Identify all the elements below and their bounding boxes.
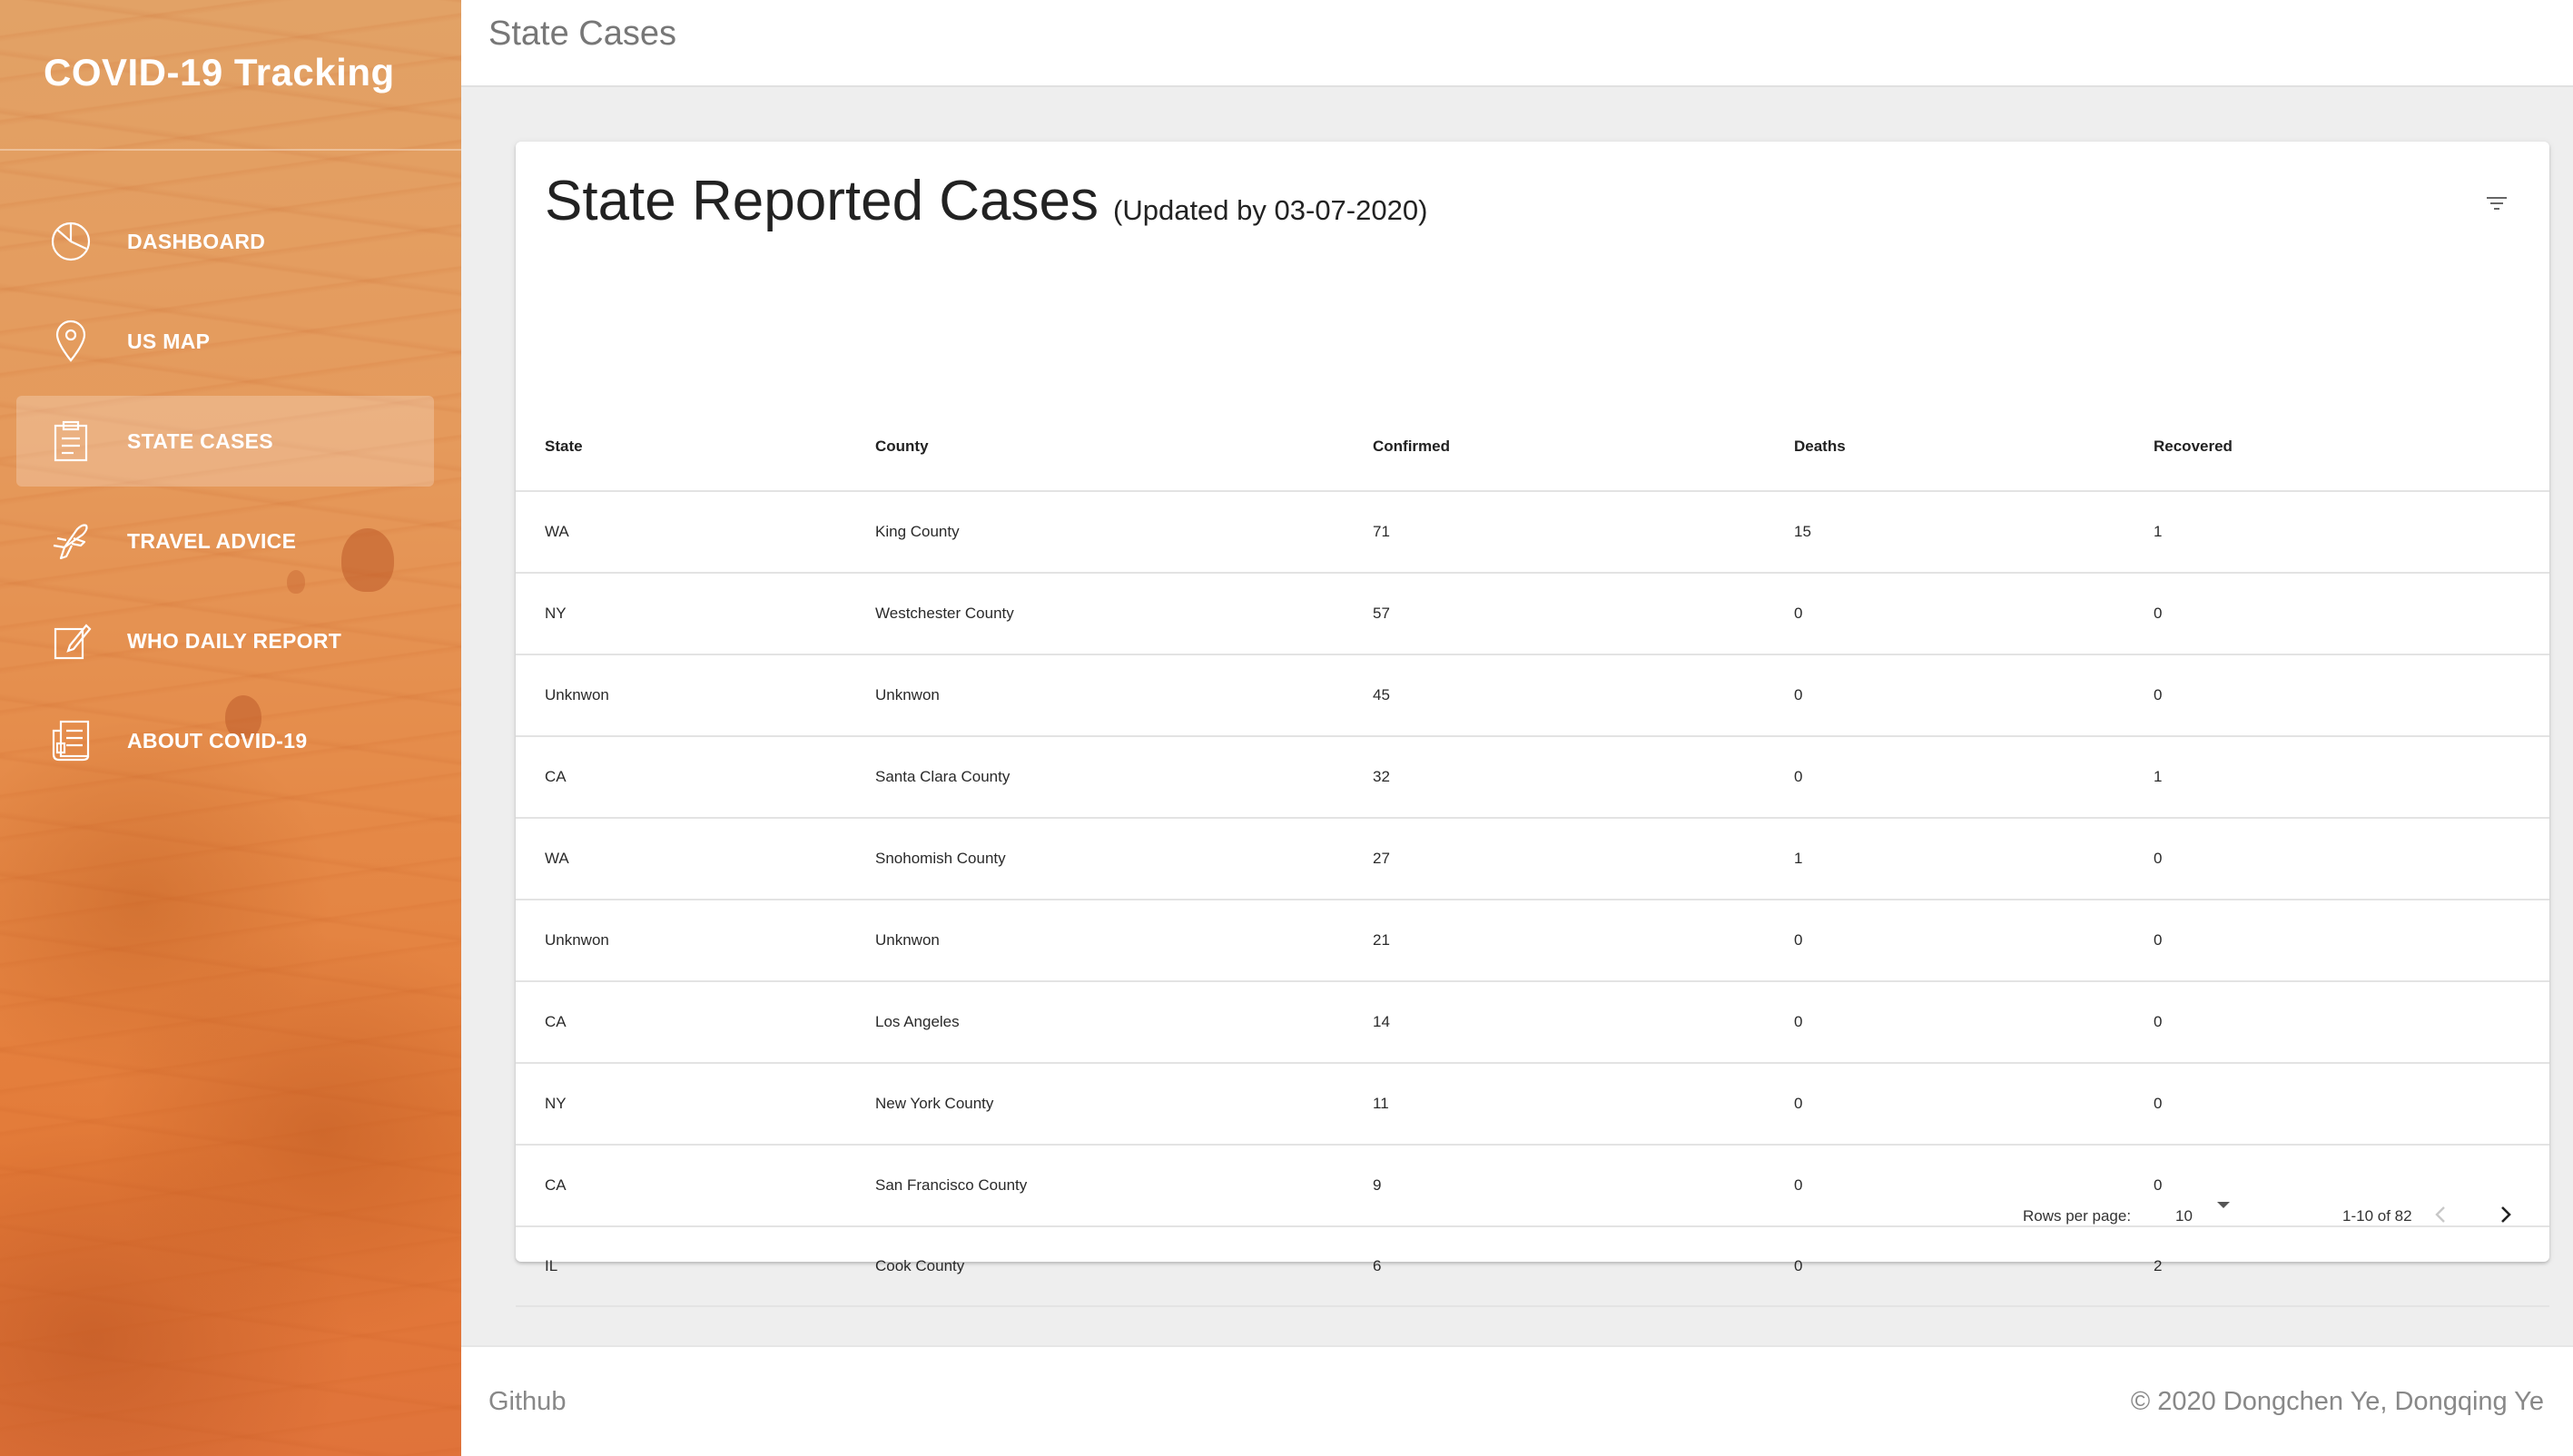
pagination-range: 1-10 of 82 <box>2342 1207 2412 1225</box>
clipboard-icon <box>47 418 94 465</box>
cell-deaths: 0 <box>1794 686 1803 703</box>
cell-deaths: 15 <box>1794 523 1811 540</box>
sidebar-item-us-map[interactable]: US MAP <box>16 296 434 387</box>
table-row[interactable]: CA Santa Clara County 32 0 1 <box>516 735 2549 817</box>
cell-county: Santa Clara County <box>875 768 1010 785</box>
sidebar-item-dashboard[interactable]: DASHBOARD <box>16 196 434 287</box>
sidebar: COVID-19 Tracking DASHBOARD US MAP STATE… <box>0 0 461 1456</box>
cell-recovered: 0 <box>2154 1095 2163 1112</box>
top-bar: State Cases <box>461 0 2573 87</box>
table-pagination: Rows per page: 10 1-10 of 82 <box>516 1175 2549 1262</box>
card-title: State Reported Cases <box>545 170 1099 232</box>
previous-page-button[interactable] <box>2420 1196 2460 1236</box>
cell-recovered: 0 <box>2154 686 2163 703</box>
edit-note-icon <box>47 617 94 664</box>
github-link[interactable]: Github <box>488 1387 566 1417</box>
cell-confirmed: 11 <box>1373 1095 1389 1112</box>
sidebar-item-label: US MAP <box>127 329 211 353</box>
pie-chart-icon <box>47 218 94 265</box>
cell-confirmed: 27 <box>1373 850 1390 867</box>
dropdown-caret-icon[interactable] <box>2217 1202 2230 1208</box>
cell-deaths: 0 <box>1794 605 1803 622</box>
cell-county: King County <box>875 523 960 540</box>
sidebar-item-about-covid-19[interactable]: ABOUT COVID-19 <box>16 695 434 786</box>
cell-state: NY <box>545 1095 567 1112</box>
table-row[interactable]: WA King County 71 15 1 <box>516 490 2549 572</box>
table-row[interactable]: CA Los Angeles 14 0 0 <box>516 980 2549 1062</box>
state-cases-card: State Reported Cases (Updated by 03-07-2… <box>516 142 2549 1307</box>
table-header: State County Confirmed Deaths Recovered <box>516 283 2549 490</box>
airplane-icon <box>47 517 94 565</box>
cell-confirmed: 71 <box>1373 523 1390 540</box>
sidebar-item-label: DASHBOARD <box>127 229 266 253</box>
cell-county: Westchester County <box>875 605 1014 622</box>
cell-recovered: 1 <box>2154 768 2163 785</box>
card-header: State Reported Cases (Updated by 03-07-2… <box>545 169 1427 233</box>
copyright-text: © 2020 Dongchen Ye, Dongqing Ye <box>2130 1387 2544 1416</box>
sidebar-divider <box>0 149 461 151</box>
column-header-state[interactable]: State <box>545 438 583 456</box>
cell-recovered: 1 <box>2154 523 2163 540</box>
table-row[interactable]: Unknwon Unknwon 45 0 0 <box>516 654 2549 735</box>
brand-title[interactable]: COVID-19 Tracking <box>44 51 395 94</box>
cell-confirmed: 14 <box>1373 1013 1390 1030</box>
cell-deaths: 0 <box>1794 1013 1803 1030</box>
cell-confirmed: 57 <box>1373 605 1390 622</box>
cell-county: Unknwon <box>875 686 940 703</box>
table-row[interactable]: Unknwon Unknwon 21 0 0 <box>516 899 2549 980</box>
cell-state: Unknwon <box>545 931 609 949</box>
filter-button[interactable] <box>2479 187 2515 223</box>
cell-county: New York County <box>875 1095 994 1112</box>
cell-county: Los Angeles <box>875 1013 960 1030</box>
cell-state: NY <box>545 605 567 622</box>
sidebar-item-state-cases[interactable]: STATE CASES <box>16 396 434 487</box>
sidebar-item-who-daily-report[interactable]: WHO DAILY REPORT <box>16 595 434 686</box>
cell-state: Unknwon <box>545 686 609 703</box>
column-header-county[interactable]: County <box>875 438 929 456</box>
news-document-icon <box>47 717 94 764</box>
cell-recovered: 0 <box>2154 931 2163 949</box>
cell-state: WA <box>545 523 569 540</box>
cell-state: CA <box>545 768 567 785</box>
cell-deaths: 1 <box>1794 850 1803 867</box>
sidebar-item-label: TRAVEL ADVICE <box>127 528 297 553</box>
filter-list-icon <box>2485 194 2509 217</box>
cell-recovered: 0 <box>2154 850 2163 867</box>
column-header-confirmed[interactable]: Confirmed <box>1373 438 1450 456</box>
cell-recovered: 0 <box>2154 1013 2163 1030</box>
cell-confirmed: 21 <box>1373 931 1390 949</box>
rows-per-page-label: Rows per page: <box>2023 1207 2132 1225</box>
footer: Github © 2020 Dongchen Ye, Dongqing Ye <box>461 1345 2573 1456</box>
page-title: State Cases <box>488 15 676 53</box>
card-subtitle: (Updated by 03-07-2020) <box>1113 194 1428 226</box>
sidebar-item-label: WHO DAILY REPORT <box>127 628 342 653</box>
cell-confirmed: 32 <box>1373 768 1390 785</box>
table-row[interactable]: WA Snohomish County 27 1 0 <box>516 817 2549 899</box>
cell-deaths: 0 <box>1794 931 1803 949</box>
cell-confirmed: 45 <box>1373 686 1390 703</box>
chevron-right-icon <box>2499 1205 2513 1229</box>
cell-deaths: 0 <box>1794 768 1803 785</box>
cell-county: Unknwon <box>875 931 940 949</box>
cell-county: Snohomish County <box>875 850 1006 867</box>
chevron-left-icon <box>2433 1205 2448 1229</box>
sidebar-item-travel-advice[interactable]: TRAVEL ADVICE <box>16 496 434 586</box>
cell-deaths: 0 <box>1794 1095 1803 1112</box>
table-row[interactable]: NY New York County 11 0 0 <box>516 1062 2549 1144</box>
map-pin-icon <box>47 318 94 365</box>
table-row[interactable]: NY Westchester County 57 0 0 <box>516 572 2549 654</box>
column-header-recovered[interactable]: Recovered <box>2154 438 2233 456</box>
sidebar-item-label: STATE CASES <box>127 428 273 453</box>
column-header-deaths[interactable]: Deaths <box>1794 438 1846 456</box>
cell-state: CA <box>545 1013 567 1030</box>
sidebar-item-label: ABOUT COVID-19 <box>127 728 308 753</box>
cell-state: WA <box>545 850 569 867</box>
rows-per-page-select[interactable]: 10 <box>2175 1207 2193 1225</box>
sidebar-nav: DASHBOARD US MAP STATE CASES TRAVEL ADVI… <box>16 196 434 795</box>
cell-recovered: 0 <box>2154 605 2163 622</box>
next-page-button[interactable] <box>2486 1196 2526 1236</box>
